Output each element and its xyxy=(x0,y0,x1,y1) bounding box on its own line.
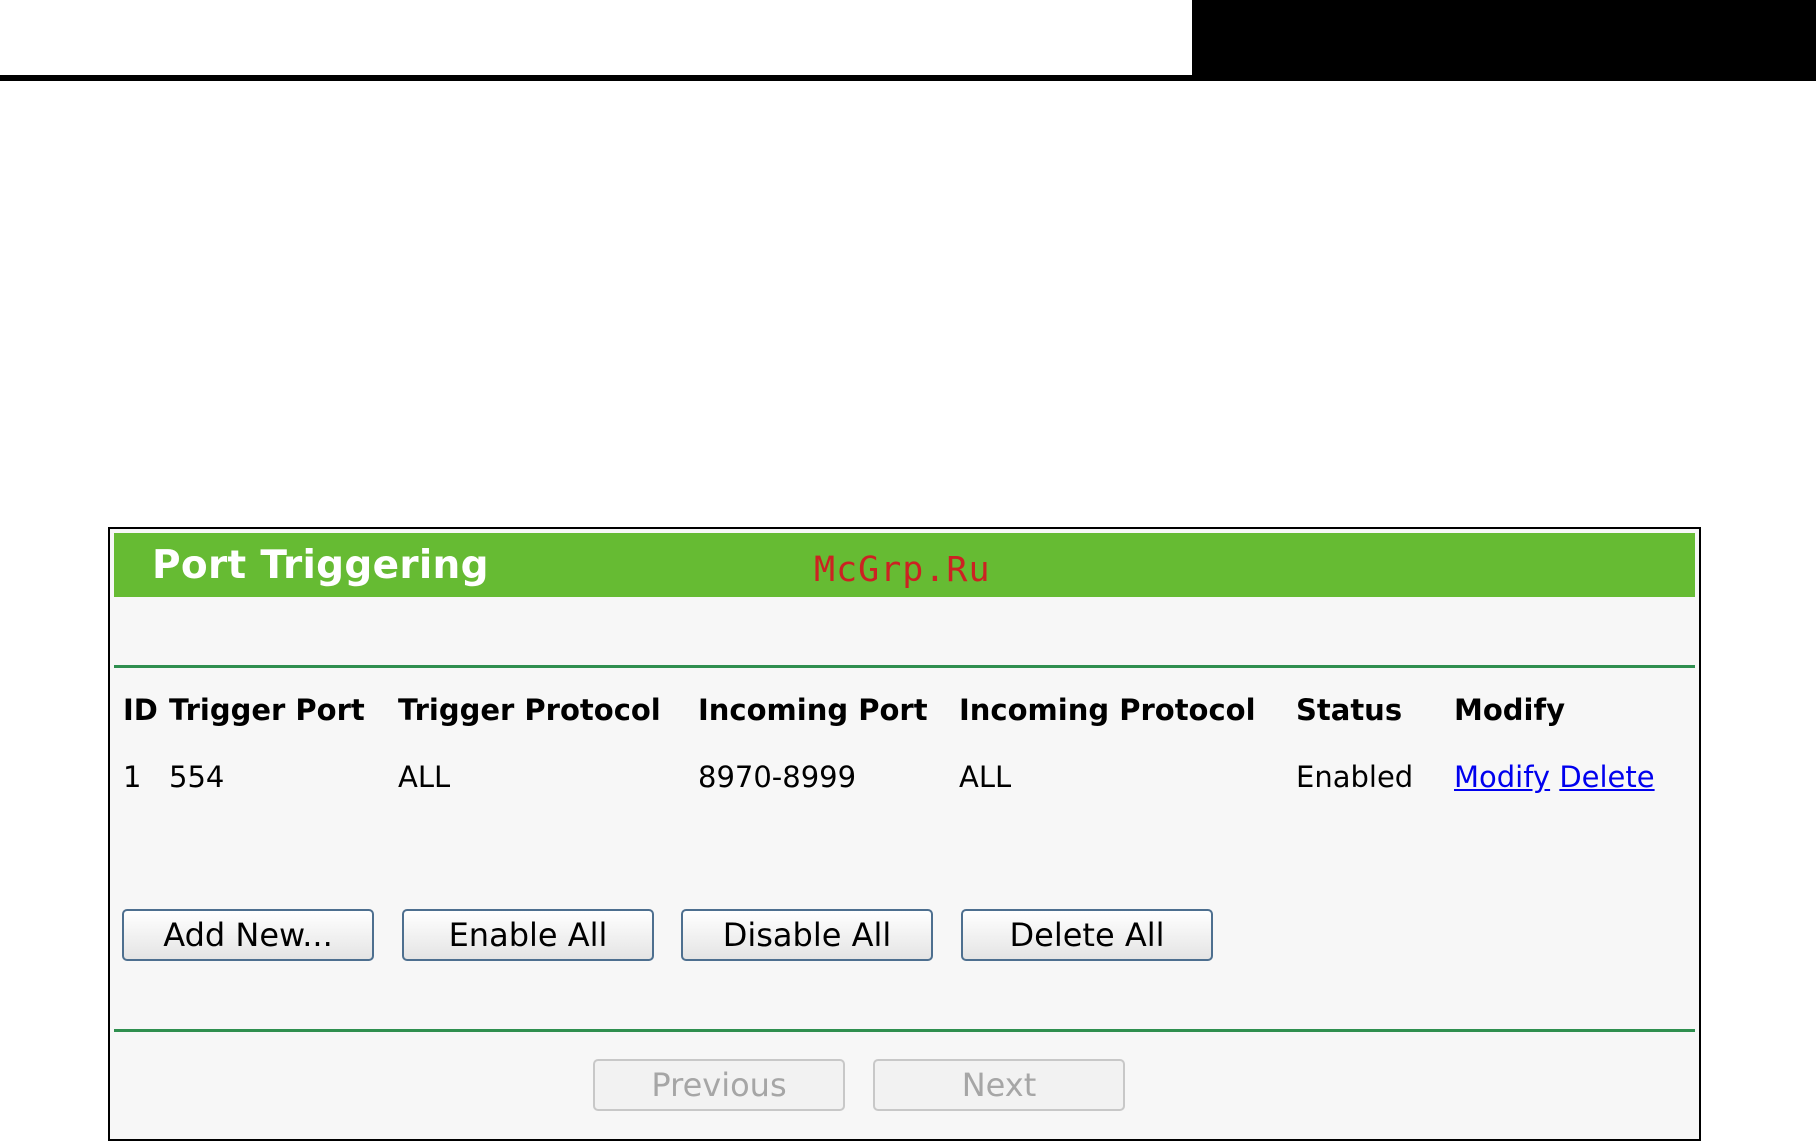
page: Port Triggering McGrp.Ru ID Trigger Port… xyxy=(0,0,1816,1141)
panel-title-bar: Port Triggering McGrp.Ru xyxy=(114,533,1695,597)
panel-title: Port Triggering xyxy=(152,543,489,588)
cell-modify: Modify Delete xyxy=(1454,760,1655,794)
add-new-button[interactable]: Add New... xyxy=(122,909,374,961)
divider-bottom xyxy=(114,1029,1695,1032)
watermark-text: McGrp.Ru xyxy=(814,550,991,590)
delete-link[interactable]: Delete xyxy=(1559,760,1654,794)
divider-top xyxy=(114,665,1695,668)
previous-button[interactable]: Previous xyxy=(593,1059,845,1111)
cell-id: 1 xyxy=(123,760,142,794)
header-modify: Modify xyxy=(1454,693,1566,727)
header-rule xyxy=(0,75,1816,81)
header-trigger-protocol: Trigger Protocol xyxy=(398,693,661,727)
header-incoming-protocol: Incoming Protocol xyxy=(959,693,1256,727)
header-incoming-port: Incoming Port xyxy=(698,693,928,727)
enable-all-button[interactable]: Enable All xyxy=(402,909,654,961)
port-triggering-panel: Port Triggering McGrp.Ru ID Trigger Port… xyxy=(108,527,1701,1141)
disable-all-button[interactable]: Disable All xyxy=(681,909,933,961)
cell-trigger-port: 554 xyxy=(169,760,225,794)
header-status: Status xyxy=(1296,693,1403,727)
cell-trigger-protocol: ALL xyxy=(398,760,451,794)
cell-incoming-protocol: ALL xyxy=(959,760,1012,794)
header-black-box xyxy=(1192,0,1816,79)
cell-status: Enabled xyxy=(1296,760,1414,794)
header-trigger-port: Trigger Port xyxy=(169,693,365,727)
panel-body: Port Triggering McGrp.Ru ID Trigger Port… xyxy=(114,533,1695,1135)
header-id: ID xyxy=(123,693,158,727)
delete-all-button[interactable]: Delete All xyxy=(961,909,1213,961)
next-button[interactable]: Next xyxy=(873,1059,1125,1111)
cell-incoming-port: 8970-8999 xyxy=(698,760,857,794)
modify-link[interactable]: Modify xyxy=(1454,760,1550,794)
